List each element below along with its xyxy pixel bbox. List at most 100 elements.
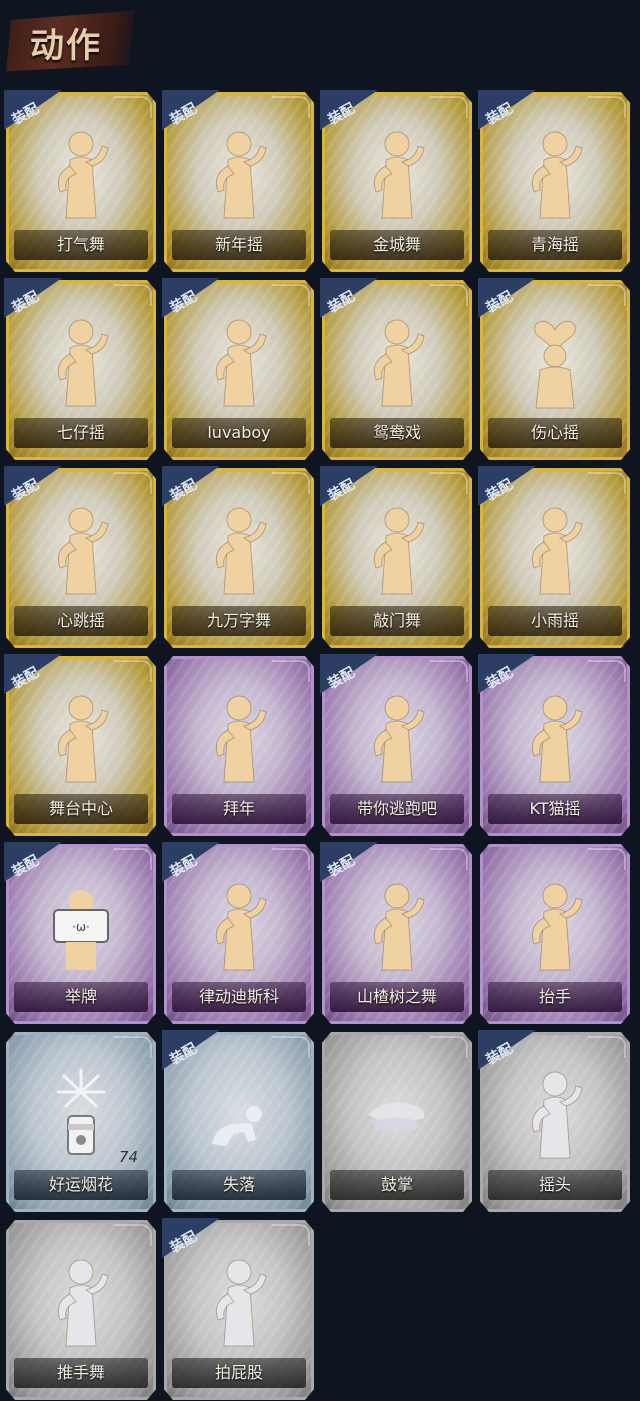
corner-ornament (430, 848, 468, 870)
action-label: 敲门舞 (372, 611, 421, 630)
raise-hand-figure-icon (520, 874, 590, 974)
action-label: 鸳鸯戏 (372, 423, 421, 442)
action-card[interactable]: 鸳鸯戏 装配 (320, 278, 472, 460)
action-card[interactable]: 拜年 (164, 656, 314, 836)
corner-ornament (114, 96, 152, 118)
action-label: 伤心摇 (530, 423, 579, 442)
action-label: 抬手 (538, 987, 571, 1006)
corner-ornament (588, 848, 626, 870)
corner-ornament (430, 472, 468, 494)
action-card[interactable]: 带你逃跑吧 装配 (320, 654, 472, 836)
action-card[interactable]: 74 好运烟花 (6, 1032, 156, 1212)
corner-ornament (114, 284, 152, 306)
action-card[interactable]: 敲门舞 装配 (320, 466, 472, 648)
action-card[interactable]: 金城舞 装配 (320, 90, 472, 272)
dance-figure-icon (204, 310, 274, 410)
action-label: 心跳摇 (56, 611, 105, 630)
action-card[interactable]: 推手舞 (6, 1220, 156, 1400)
action-card[interactable]: 山楂树之舞 装配 (320, 842, 472, 1024)
action-label: 失落 (222, 1175, 255, 1194)
dance-figure-icon (362, 686, 432, 786)
action-card[interactable]: KT猫摇 装配 (478, 654, 630, 836)
action-card[interactable]: 七仔摇 装配 (4, 278, 156, 460)
svg-text:·ω·: ·ω· (72, 920, 90, 934)
action-card[interactable]: ·ω· 举牌 装配 (4, 842, 156, 1024)
bow-figure-icon (204, 686, 274, 786)
action-card[interactable]: 律动迪斯科 装配 (162, 842, 314, 1024)
section-title: 动作 (30, 26, 102, 66)
action-card[interactable]: luvaboy 装配 (162, 278, 314, 460)
corner-ornament (114, 848, 152, 870)
action-card[interactable]: 新年摇 装配 (162, 90, 314, 272)
corner-ornament (272, 284, 310, 306)
action-card[interactable]: 心跳摇 装配 (4, 466, 156, 648)
corner-ornament (430, 660, 468, 682)
dance-figure-icon (46, 310, 116, 410)
action-label: 小雨摇 (530, 611, 579, 630)
slap-figure-icon (204, 1250, 274, 1350)
dance-figure-icon (204, 874, 274, 974)
corner-ornament (430, 96, 468, 118)
dance-figure-icon (204, 498, 274, 598)
corner-ornament (588, 96, 626, 118)
action-card[interactable]: 小雨摇 装配 (478, 466, 630, 648)
crawl-figure-icon (204, 1062, 274, 1162)
action-card[interactable]: 拍屁股 装配 (162, 1218, 314, 1400)
corner-ornament (114, 472, 152, 494)
corner-ornament (588, 1036, 626, 1058)
action-label: 拍屁股 (214, 1363, 263, 1382)
action-label: 带你逃跑吧 (356, 799, 437, 818)
dance-figure-icon (520, 122, 590, 222)
dance-figure-icon (362, 874, 432, 974)
action-card[interactable]: 鼓掌 (322, 1032, 472, 1212)
corner-ornament (430, 284, 468, 306)
dance-figure-icon (362, 122, 432, 222)
corner-ornament (272, 1036, 310, 1058)
corner-ornament (588, 472, 626, 494)
dance-figure-icon (520, 686, 590, 786)
action-card[interactable]: 失落 装配 (162, 1030, 314, 1212)
action-label: 好运烟花 (48, 1175, 113, 1194)
dance-figure-icon (204, 122, 274, 222)
corner-ornament (114, 1036, 152, 1058)
section-header: 动作 (0, 0, 640, 80)
action-label: 打气舞 (56, 235, 105, 254)
sign-figure-icon: ·ω· (46, 874, 116, 974)
corner-ornament (430, 1036, 468, 1058)
action-label: 九万字舞 (206, 611, 271, 630)
corner-ornament (588, 284, 626, 306)
action-card[interactable]: 舞台中心 装配 (4, 654, 156, 836)
action-label: luvaboy (207, 423, 271, 442)
action-card[interactable]: 青海摇 装配 (478, 90, 630, 272)
action-label: 七仔摇 (56, 423, 105, 442)
action-label: 舞台中心 (48, 799, 113, 818)
action-card[interactable]: 伤心摇 装配 (478, 278, 630, 460)
action-label: 青海摇 (530, 235, 579, 254)
corner-ornament (272, 1224, 310, 1246)
push-hands-figure-icon (46, 1250, 116, 1350)
corner-ornament (588, 660, 626, 682)
firework-icon (46, 1062, 116, 1162)
dance-figure-icon (46, 122, 116, 222)
heart-hands-figure-icon (520, 310, 590, 410)
corner-ornament (272, 848, 310, 870)
action-label: 新年摇 (214, 235, 263, 254)
action-card[interactable]: 九万字舞 装配 (162, 466, 314, 648)
action-label: 举牌 (64, 987, 97, 1006)
action-label: 鼓掌 (380, 1175, 413, 1194)
action-card[interactable]: 摇头 装配 (478, 1030, 630, 1212)
action-card[interactable]: 抬手 (480, 844, 630, 1024)
corner-ornament (114, 1224, 152, 1246)
action-card[interactable]: 打气舞 装配 (4, 90, 156, 272)
action-label: 推手舞 (56, 1363, 105, 1382)
dance-figure-icon (46, 686, 116, 786)
dance-figure-icon (520, 498, 590, 598)
corner-ornament (272, 96, 310, 118)
action-label: 山楂树之舞 (356, 987, 437, 1006)
dance-figure-icon (362, 498, 432, 598)
action-label: 金城舞 (372, 235, 421, 254)
dance-figure-icon (362, 310, 432, 410)
dance-figure-icon (46, 498, 116, 598)
action-label: KT猫摇 (529, 799, 581, 818)
corner-ornament (114, 660, 152, 682)
